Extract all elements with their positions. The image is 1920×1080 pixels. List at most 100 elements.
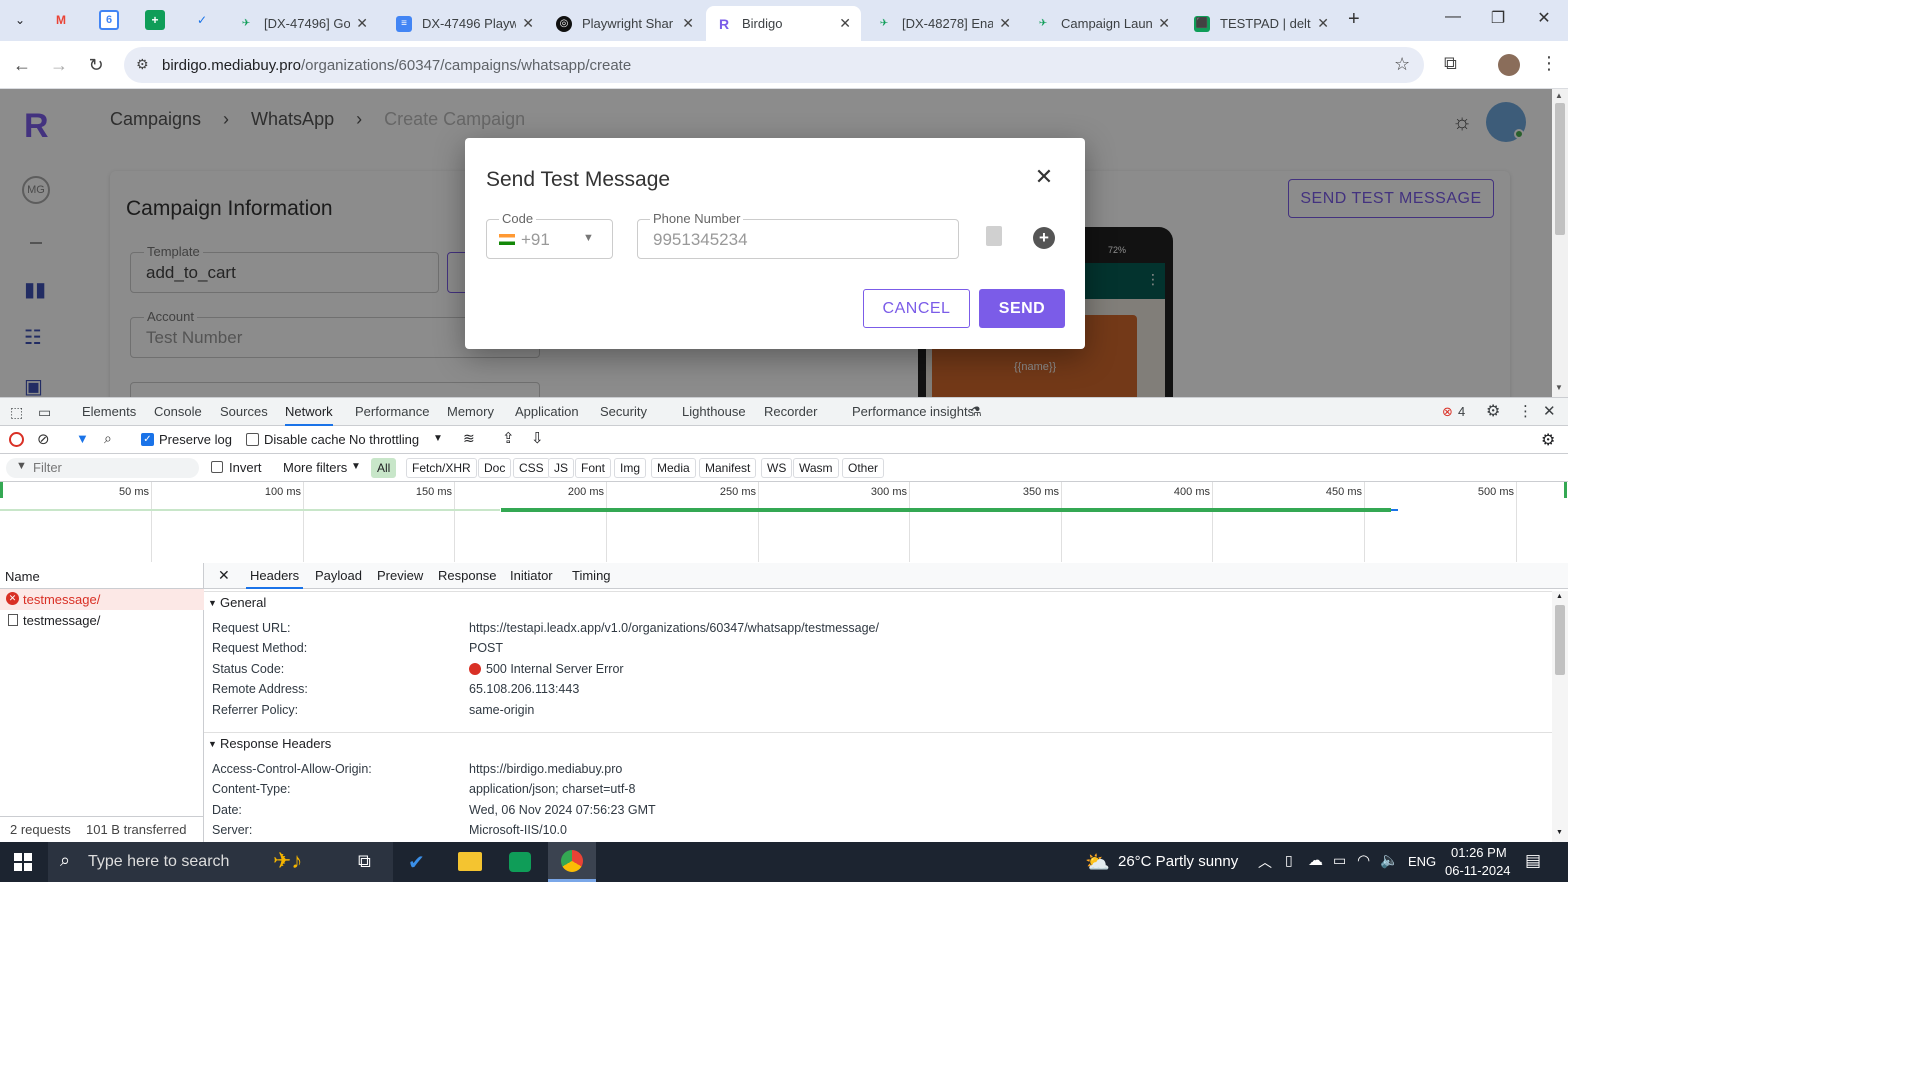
tasks-icon[interactable]: ✓ (192, 10, 212, 30)
error-badge-icon[interactable]: ⊗ (1442, 398, 1453, 426)
devtools-tab-memory[interactable]: Memory (447, 398, 494, 426)
close-tab-icon[interactable]: ✕ (839, 15, 851, 32)
bookmark-star-icon[interactable]: ☆ (1394, 54, 1410, 75)
browser-tab-active[interactable]: R Birdigo ✕ (706, 6, 861, 41)
devtools-tab-application[interactable]: Application (515, 398, 579, 426)
type-filter-img[interactable]: Img (614, 458, 647, 478)
timeline-left-handle[interactable] (0, 482, 3, 498)
type-filter-xhr[interactable]: Fetch/XHR (406, 458, 477, 478)
detail-tab-headers[interactable]: Headers (246, 568, 304, 589)
tray-date[interactable]: 06-11-2024 (1445, 863, 1511, 878)
scroll-down-arrow[interactable]: ▼ (1555, 383, 1563, 392)
close-icon[interactable]: ✕ (1031, 164, 1057, 190)
request-row[interactable]: testmessage/ (0, 610, 204, 631)
name-column-header[interactable]: Name (5, 569, 40, 584)
response-headers-section-header[interactable]: ▼ Response Headers (204, 732, 1552, 754)
country-code-select[interactable]: Code +91 ▼ (486, 211, 613, 259)
scroll-thumb[interactable] (1555, 605, 1565, 675)
request-row-selected[interactable]: ✕ testmessage/ (0, 589, 204, 610)
disable-cache-checkbox[interactable] (246, 433, 259, 446)
devtools-tab-elements[interactable]: Elements (82, 398, 136, 426)
type-filter-other[interactable]: Other (842, 458, 885, 478)
type-filter-media[interactable]: Media (651, 458, 696, 478)
close-window-icon[interactable]: ✕ (1524, 8, 1564, 28)
browser-tab[interactable]: ✈ [DX-47496] Goo ✕ (228, 6, 378, 41)
tray-chevron-up-icon[interactable]: ︿ (1258, 852, 1272, 872)
minimize-icon[interactable]: — (1433, 8, 1473, 26)
settings-gear-icon[interactable]: ⚙ (1486, 398, 1500, 426)
devtools-tab-performance[interactable]: Performance (355, 398, 429, 426)
detail-tab-response[interactable]: Response (438, 568, 497, 583)
close-tab-icon[interactable]: ✕ (356, 15, 368, 32)
new-tab-icon[interactable]: + (1348, 8, 1360, 31)
browser-tab[interactable]: ≡ DX-47496 Playw ✕ (386, 6, 544, 41)
browser-tab[interactable]: ✈ Campaign Laun ✕ (1025, 6, 1180, 41)
chrome-menu-icon[interactable]: ⋮ (1540, 53, 1558, 74)
send-button[interactable]: SEND (979, 289, 1065, 328)
weather-text[interactable]: 26°C Partly sunny (1118, 853, 1238, 870)
browser-tab[interactable]: ✈ [DX-48278] Enal ✕ (866, 6, 1021, 41)
devtools-tab-sources[interactable]: Sources (220, 398, 268, 426)
import-har-icon[interactable]: ⇪ (502, 429, 515, 447)
network-timeline[interactable]: 50 ms 100 ms 150 ms 200 ms 250 ms 300 ms… (0, 482, 1568, 562)
devtools-tab-console[interactable]: Console (154, 398, 202, 426)
type-filter-css[interactable]: CSS (513, 458, 550, 478)
site-info-icon[interactable]: ⚙ (136, 56, 149, 73)
close-devtools-icon[interactable]: ✕ (1543, 398, 1556, 426)
close-tab-icon[interactable]: ✕ (999, 15, 1011, 32)
scroll-down-arrow[interactable]: ▼ (1556, 829, 1563, 836)
sheets-icon[interactable]: + (145, 10, 165, 30)
profile-avatar[interactable] (1498, 54, 1520, 76)
task-view-icon[interactable]: ⧉ (358, 851, 371, 872)
tray-volume-icon[interactable]: 🔈 (1380, 851, 1399, 869)
error-count[interactable]: 4 (1458, 398, 1465, 426)
export-har-icon[interactable]: ⇩ (531, 429, 544, 447)
trash-icon[interactable] (986, 226, 1002, 246)
taskbar-app-chrome-icon[interactable] (548, 842, 596, 882)
windows-start-icon[interactable] (14, 853, 32, 871)
devtools-tab-security[interactable]: Security (600, 398, 647, 426)
close-tab-icon[interactable]: ✕ (1158, 15, 1170, 32)
forward-icon[interactable]: → (47, 53, 71, 77)
browser-tab[interactable]: ◎ Playwright Shar ✕ (546, 6, 704, 41)
more-filters-dropdown[interactable]: More filters (283, 460, 347, 475)
back-icon[interactable]: ← (10, 53, 34, 77)
taskbar-app-explorer-icon[interactable] (458, 852, 482, 871)
calendar-icon[interactable]: 6 (99, 10, 119, 30)
detail-tab-payload[interactable]: Payload (315, 568, 362, 583)
gmail-icon[interactable]: M (51, 10, 71, 30)
scroll-up-arrow[interactable]: ▲ (1555, 91, 1563, 100)
close-tab-icon[interactable]: ✕ (522, 15, 534, 32)
tray-device-icon[interactable]: ▯ (1285, 852, 1293, 869)
tray-onedrive-icon[interactable]: ☁ (1308, 851, 1323, 869)
filter-icon[interactable]: ▼ (76, 431, 89, 446)
detail-tab-preview[interactable]: Preview (377, 568, 423, 583)
devtools-menu-icon[interactable]: ⋮ (1518, 398, 1533, 426)
reload-icon[interactable]: ↻ (84, 53, 108, 77)
preserve-log-label[interactable]: Preserve log (159, 432, 232, 447)
throttling-select[interactable]: No throttling (349, 432, 419, 447)
taskbar-search-box[interactable]: ⌕ Type here to search ✈♪ (48, 842, 393, 882)
tray-language[interactable]: ENG (1408, 854, 1436, 869)
preserve-log-checkbox[interactable]: ✓ (141, 433, 154, 446)
timeline-right-handle[interactable] (1564, 482, 1567, 498)
type-filter-all[interactable]: All (371, 458, 397, 478)
invert-label[interactable]: Invert (229, 460, 262, 475)
search-icon[interactable]: ⌕ (104, 430, 112, 447)
tray-wifi-icon[interactable]: ◠ (1357, 851, 1370, 869)
close-tab-icon[interactable]: ✕ (1317, 15, 1329, 32)
scroll-up-arrow[interactable]: ▲ (1556, 593, 1563, 600)
clear-icon[interactable]: ⊘ (37, 430, 50, 448)
network-conditions-icon[interactable]: ≋ (463, 430, 475, 447)
extensions-icon[interactable]: ⧉ (1444, 53, 1457, 74)
address-bar[interactable]: ⚙ birdigo.mediabuy.pro/organizations/603… (124, 47, 1424, 83)
tray-time[interactable]: 01:26 PM (1451, 845, 1507, 860)
devtools-tab-lighthouse[interactable]: Lighthouse (682, 398, 746, 426)
notification-center-icon[interactable]: ▤ (1525, 851, 1541, 871)
network-settings-icon[interactable]: ⚙ (1541, 430, 1555, 450)
page-scrollbar[interactable]: ▲ ▼ (1552, 89, 1568, 397)
disable-cache-label[interactable]: Disable cache (264, 432, 346, 447)
type-filter-ws[interactable]: WS (761, 458, 793, 478)
tray-battery-icon[interactable]: ▭ (1333, 852, 1346, 869)
cancel-button[interactable]: CANCEL (863, 289, 970, 328)
